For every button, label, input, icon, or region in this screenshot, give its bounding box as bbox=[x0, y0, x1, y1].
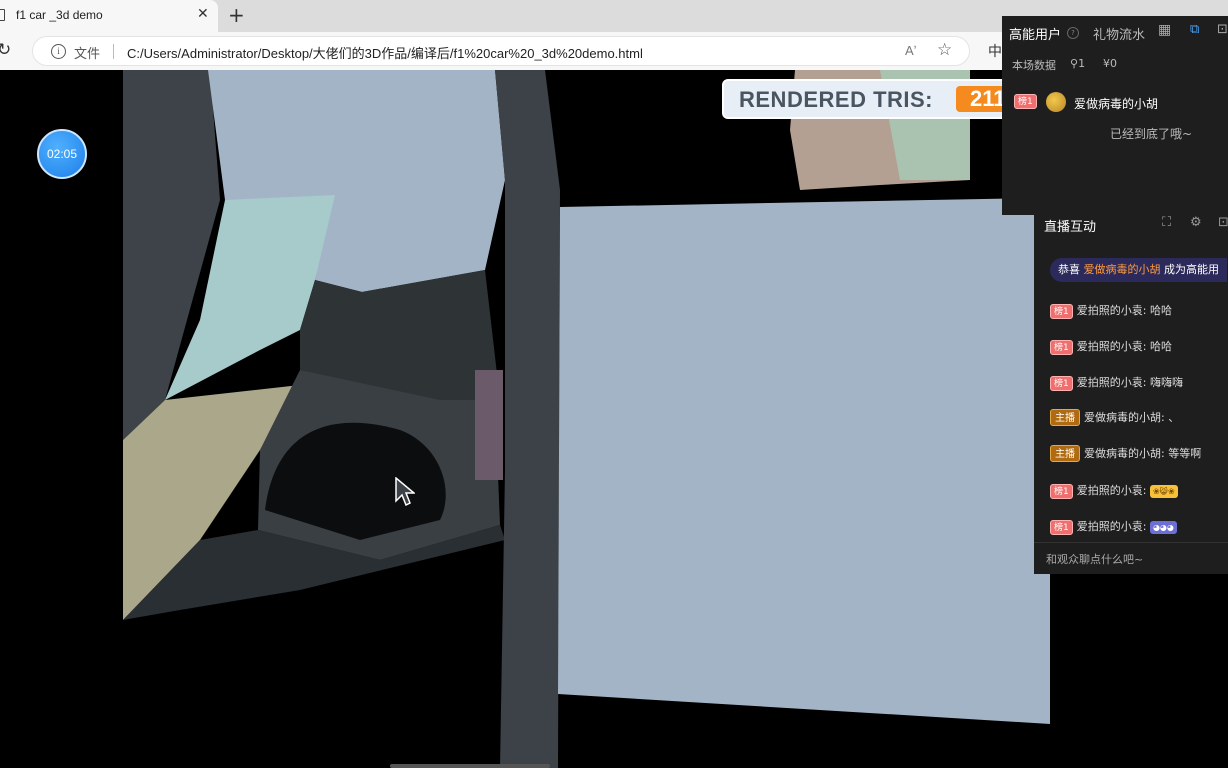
congrats-prefix: 恭喜 bbox=[1058, 263, 1080, 276]
rank-badge: 榜1 bbox=[1050, 376, 1073, 391]
refresh-icon[interactable]: ↻ bbox=[0, 40, 11, 60]
chat-text: 、 bbox=[1168, 411, 1180, 424]
timer-badge: 02:05 bbox=[37, 129, 87, 179]
popout-icon[interactable]: ⧉ bbox=[1190, 22, 1199, 37]
rendered-tris-panel: RENDERED TRIS: 211 bbox=[722, 79, 1022, 119]
chat-message: 榜1 爱拍照的小袁: ❀😸❀ bbox=[1050, 482, 1178, 499]
viewer-count-value: 1 bbox=[1078, 57, 1086, 70]
expand-icon[interactable]: ⛶ bbox=[1162, 215, 1171, 230]
top-user-name[interactable]: 爱做病毒的小胡 bbox=[1074, 95, 1158, 112]
chat-text: 嗨嗨嗨 bbox=[1149, 376, 1183, 389]
tab-gift-flow[interactable]: 礼物流水 bbox=[1093, 24, 1145, 43]
host-badge: 主播 bbox=[1050, 445, 1080, 462]
host-badge: 主播 bbox=[1050, 409, 1080, 426]
chat-message: 榜1 爱拍照的小袁: 哈哈 bbox=[1050, 302, 1172, 319]
tab-title: f1 car _3d demo bbox=[16, 8, 103, 22]
chat-message: 主播 爱做病毒的小胡: 等等啊 bbox=[1050, 445, 1201, 462]
lock-icon[interactable]: ⊡ bbox=[1218, 215, 1228, 230]
settings-icon[interactable]: ⚙ bbox=[1190, 215, 1202, 230]
chat-user[interactable]: 爱拍照的小袁: bbox=[1077, 484, 1147, 497]
money-total: ¥0 bbox=[1103, 57, 1117, 70]
chat-text: 哈哈 bbox=[1149, 304, 1172, 317]
help-icon[interactable]: ? bbox=[1067, 27, 1079, 39]
tab-high-energy-users[interactable]: 高能用户 bbox=[1009, 24, 1061, 43]
file-label: 文件 bbox=[74, 47, 101, 62]
scene-left-pillar bbox=[123, 70, 220, 440]
tris-label: RENDERED TRIS: bbox=[739, 87, 934, 112]
chat-user[interactable]: 爱做病毒的小胡: bbox=[1084, 411, 1165, 424]
page-icon bbox=[0, 9, 5, 21]
sticker-emoji-icon: ◕◕◕ bbox=[1149, 520, 1177, 534]
chat-text: 哈哈 bbox=[1149, 340, 1172, 353]
rank-badge: 榜1 bbox=[1050, 304, 1073, 319]
browser-tab[interactable]: f1 car _3d demo ✕ bbox=[0, 0, 218, 32]
chat-message: 主播 爱做病毒的小胡: 、 bbox=[1050, 409, 1179, 426]
chat-user[interactable]: 爱拍照的小袁: bbox=[1077, 376, 1147, 389]
chat-user[interactable]: 爱拍照的小袁: bbox=[1077, 340, 1147, 353]
money-value: 0 bbox=[1110, 57, 1117, 70]
end-of-list-text: 已经到底了哦~ bbox=[1110, 127, 1193, 141]
chat-message: 榜1 爱拍照的小袁: ◕◕◕ bbox=[1050, 518, 1177, 535]
new-tab-button[interactable]: + bbox=[228, 3, 245, 27]
rank-badge: 榜1 bbox=[1050, 520, 1073, 535]
gift-icon[interactable]: ▦ bbox=[1158, 22, 1171, 38]
favorite-icon[interactable]: ☆ bbox=[937, 40, 952, 60]
live-users-panel: 高能用户 ? 礼物流水 ▦ ⧉ ⊡ 本场数据 ⚲1 ¥0 榜1 爱做病毒的小胡 … bbox=[1002, 16, 1228, 215]
interaction-title: 直播互动 bbox=[1044, 220, 1097, 235]
congrats-banner: 恭喜 爱做病毒的小胡 成为高能用 bbox=[1050, 258, 1227, 282]
viewer-count: ⚲1 bbox=[1070, 57, 1085, 70]
close-tab-icon[interactable]: ✕ bbox=[197, 6, 209, 22]
congrats-user-name: 爱做病毒的小胡 bbox=[1083, 263, 1161, 276]
chat-user[interactable]: 爱拍照的小袁: bbox=[1077, 520, 1147, 533]
rank-badge: 榜1 bbox=[1050, 484, 1073, 499]
mouse-cursor-icon bbox=[395, 477, 415, 507]
chat-input-placeholder: 和观众聊点什么吧~ bbox=[1046, 553, 1144, 566]
lock-icon[interactable]: ⊡ bbox=[1217, 22, 1228, 37]
chat-user[interactable]: 爱做病毒的小胡: bbox=[1084, 447, 1165, 460]
chat-message: 榜1 爱拍照的小袁: 哈哈 bbox=[1050, 338, 1172, 355]
chat-user[interactable]: 爱拍照的小袁: bbox=[1077, 304, 1147, 317]
chat-message: 榜1 爱拍照的小袁: 嗨嗨嗨 bbox=[1050, 374, 1183, 391]
sticker-emoji-icon: ❀😸❀ bbox=[1149, 484, 1178, 498]
address-separator bbox=[113, 44, 114, 59]
ime-indicator[interactable]: 中 bbox=[988, 41, 1002, 61]
scene-bottom-black bbox=[123, 630, 493, 768]
chat-text: 等等啊 bbox=[1168, 447, 1202, 460]
read-aloud-icon[interactable]: Aʼ bbox=[905, 43, 917, 58]
avatar[interactable] bbox=[1046, 92, 1066, 112]
rank-badge: 榜1 bbox=[1050, 340, 1073, 355]
scene-colored-bits bbox=[475, 370, 503, 480]
horizontal-scrollbar[interactable] bbox=[390, 764, 550, 768]
stats-label: 本场数据 bbox=[1012, 59, 1056, 72]
info-icon[interactable]: i bbox=[51, 44, 66, 59]
person-icon: ⚲ bbox=[1070, 57, 1079, 70]
scene-center-pillar bbox=[495, 70, 560, 768]
congrats-suffix: 成为高能用 bbox=[1164, 263, 1219, 276]
chat-input[interactable]: 和观众聊点什么吧~ bbox=[1034, 542, 1228, 574]
scene-right-panel bbox=[558, 198, 1050, 724]
url-text[interactable]: C:/Users/Administrator/Desktop/大佬们的3D作品/… bbox=[127, 43, 643, 62]
address-bar[interactable]: i 文件 C:/Users/Administrator/Desktop/大佬们的… bbox=[32, 36, 970, 66]
live-interaction-panel: 直播互动 ⛶ ⚙ ⊡ 恭喜 爱做病毒的小胡 成为高能用 榜1 爱拍照的小袁: 哈哈… bbox=[1034, 207, 1228, 574]
rank-badge: 榜1 bbox=[1014, 94, 1037, 109]
